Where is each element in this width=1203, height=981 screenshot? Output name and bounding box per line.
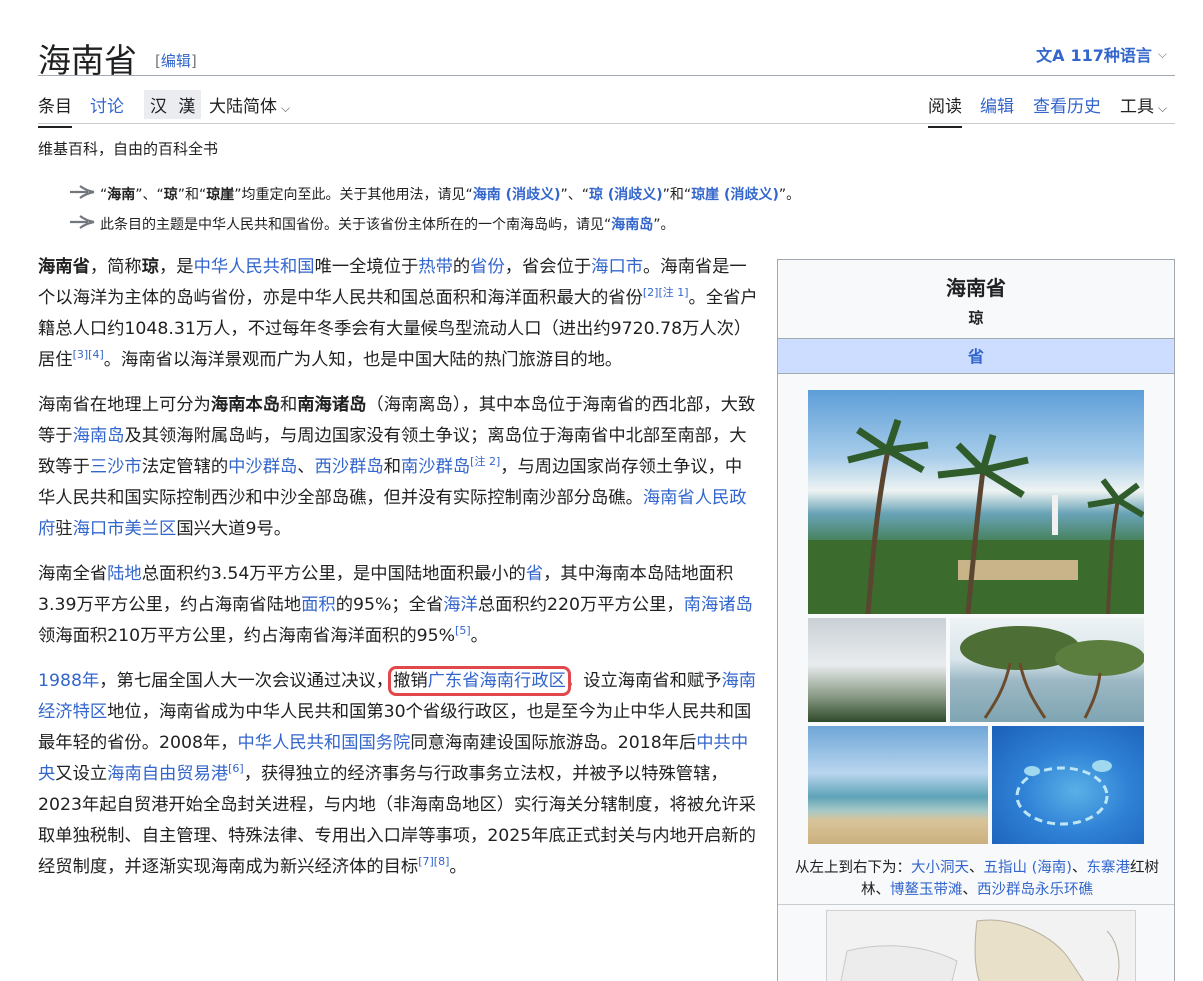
tab-history[interactable]: 查看历史 — [1033, 92, 1101, 126]
photo-dongzhaigang-mangrove[interactable] — [950, 618, 1144, 722]
chevron-down-icon: ⌵ — [1158, 101, 1168, 115]
language-count: 117种语言 — [1070, 46, 1152, 65]
ref-link[interactable]: [2] — [643, 286, 659, 299]
region-variant-label: 大陆简体 — [209, 97, 277, 117]
paragraph-area: 海南全省陆地总面积约3.54万平方公里，是中国陆地面积最小的省，其中海南本岛陆地… — [38, 564, 753, 646]
redirect-arrow-icon — [68, 184, 100, 204]
translate-icon: 文A — [1036, 46, 1065, 65]
link-wuzhishan[interactable]: 五指山 (海南) — [984, 860, 1072, 876]
link-haikou[interactable]: 海口市 — [73, 519, 125, 539]
infobox-divider — [778, 904, 1174, 905]
location-map[interactable] — [826, 910, 1136, 981]
hatnote-redirect: “海南”、“琼”和“琼崖”均重定向至此。关于其他用法，请见“海南 (消歧义)”、… — [68, 184, 800, 204]
paragraph-intro: 海南省，简称琼，是中华人民共和国唯一全境位于热带的省份，省会位于海口市。海南省是… — [38, 257, 758, 370]
tools-dropdown[interactable]: 工具 ⌵ — [1120, 92, 1167, 126]
note-link[interactable]: [注 2] — [470, 455, 500, 468]
ref-link[interactable]: [8] — [434, 855, 450, 868]
link-south-china-sea-islands[interactable]: 南海诸岛 — [684, 595, 753, 615]
ref-link[interactable]: [6] — [228, 762, 244, 775]
infobox-caption: 从左上到右下为：大小洞天、五指山 (海南)、东寨港红树林、博鳌玉带滩、西沙群岛永… — [795, 860, 1159, 898]
link-area[interactable]: 面积 — [301, 595, 336, 615]
disambig-link-qiong[interactable]: 琼 (消歧义) — [589, 187, 663, 203]
link-nansha[interactable]: 南沙群岛 — [401, 457, 470, 477]
photo-wuzhishan[interactable] — [808, 618, 946, 722]
variant-simplified[interactable]: 汉 — [150, 97, 167, 117]
disambig-link-hainan[interactable]: 海南 (消歧义) — [473, 187, 561, 203]
region-variant-dropdown[interactable]: 大陆简体 ⌵ — [209, 92, 290, 126]
link-dongzhaigang[interactable]: 东寨港 — [1086, 860, 1130, 876]
link-hainan-island[interactable]: 海南岛 — [611, 217, 653, 233]
page-tabs: 条目 讨论 汉 漢 大陆简体 ⌵ 阅读 编辑 查看历史 工具 ⌵ — [38, 82, 1175, 128]
link-hainan-island[interactable]: 海南岛 — [73, 426, 125, 446]
link-daxiaodongtian[interactable]: 大小洞天 — [911, 860, 969, 876]
photo-yongle-atoll[interactable] — [992, 726, 1144, 844]
ref-link[interactable]: [5] — [455, 624, 471, 637]
link-boao[interactable]: 博鳌玉带滩 — [890, 882, 963, 898]
link-meilan[interactable]: 美兰区 — [124, 519, 176, 539]
link-tropics[interactable]: 热带 — [418, 257, 453, 277]
paragraph-history: 1988年，第七届全国人大一次会议通过决议，撤销广东省海南行政区，设立海南省和赋… — [38, 666, 757, 877]
link-yongle[interactable]: 西沙群岛永乐环礁 — [977, 882, 1093, 898]
infobox-type-header[interactable]: 省 — [778, 338, 1174, 374]
hatnote-topic: 此条目的主题是中华人民共和国省份。关于该省份主体所在的一个南海岛屿，请见“海南岛… — [68, 214, 675, 234]
title-bar: 海南省 [编辑] 文A 117种语言 ⌵ — [38, 30, 1175, 80]
chevron-down-icon: ⌵ — [1157, 46, 1167, 61]
link-1988[interactable]: 1988年 — [38, 671, 99, 691]
link-zhongsha[interactable]: 中沙群岛 — [228, 457, 297, 477]
infobox: 海南省 琼 省 从左上到右下为：大小洞天、五指山 (海南)、东寨港红树林、博鳌玉… — [777, 259, 1175, 981]
link-free-trade-port[interactable]: 海南自由贸易港 — [107, 764, 228, 784]
photo-daxiaodongtian[interactable] — [808, 390, 1144, 614]
link-province-2[interactable]: 省 — [526, 564, 543, 584]
ref-link[interactable]: [3] — [73, 348, 89, 361]
infobox-abbreviation: 琼 — [968, 309, 984, 327]
infobox-title: 海南省 — [946, 276, 1006, 300]
title-edit-link[interactable]: 编辑 — [161, 52, 191, 70]
redirect-arrow-icon — [68, 214, 100, 234]
title-edit: [编辑] — [155, 52, 197, 70]
link-xisha[interactable]: 西沙群岛 — [315, 457, 384, 477]
paragraph-geography: 海南省在地理上可分为海南本岛和南海诸岛（海南离岛），其中本岛位于海南省的西北部，… — [38, 395, 756, 539]
site-tagline: 维基百科，自由的百科全书 — [38, 140, 219, 158]
ref-link[interactable]: [4] — [88, 348, 104, 361]
link-ocean[interactable]: 海洋 — [443, 595, 478, 615]
tab-article[interactable]: 条目 — [38, 92, 72, 128]
link-province[interactable]: 省份 — [470, 257, 505, 277]
chevron-down-icon: ⌵ — [281, 101, 291, 115]
disambig-link-qiongya[interactable]: 琼崖 (消歧义) — [691, 187, 779, 203]
page-title: 海南省 — [38, 41, 137, 80]
article-body: 海南省，简称琼，是中华人民共和国唯一全境位于热带的省份，省会位于海口市。海南省是… — [38, 252, 758, 897]
link-land[interactable]: 陆地 — [107, 564, 142, 584]
hatnote-text: 此条目的主题是中华人民共和国省份。关于该省份主体所在的一个南海岛屿，请见“海南岛… — [100, 217, 675, 233]
tools-label: 工具 — [1120, 97, 1154, 117]
tab-talk[interactable]: 讨论 — [90, 92, 124, 126]
link-prc[interactable]: 中华人民共和国 — [194, 257, 315, 277]
link-sansha[interactable]: 三沙市 — [90, 457, 142, 477]
language-button[interactable]: 文A 117种语言 ⌵ — [1036, 42, 1167, 66]
hatnote-text: “海南”、“琼”和“琼崖”均重定向至此。关于其他用法，请见“海南 (消歧义)”、… — [100, 187, 801, 203]
variant-traditional[interactable]: 漢 — [178, 97, 195, 117]
link-guangdong-hainan-district[interactable]: 广东省海南行政区 — [428, 671, 566, 691]
link-haikou[interactable]: 海口市 — [591, 257, 643, 277]
script-variant-switch[interactable]: 汉 漢 — [144, 90, 202, 119]
link-state-council[interactable]: 中华人民共和国国务院 — [238, 733, 411, 753]
highlighted-phrase: 撤销广东省海南行政区 — [388, 666, 571, 696]
tab-edit[interactable]: 编辑 — [980, 92, 1014, 126]
ref-link[interactable]: [7] — [418, 855, 434, 868]
photo-boao-yudaitan[interactable] — [808, 726, 988, 844]
tab-read[interactable]: 阅读 — [928, 92, 962, 128]
note-link[interactable]: [注 1] — [658, 286, 688, 299]
